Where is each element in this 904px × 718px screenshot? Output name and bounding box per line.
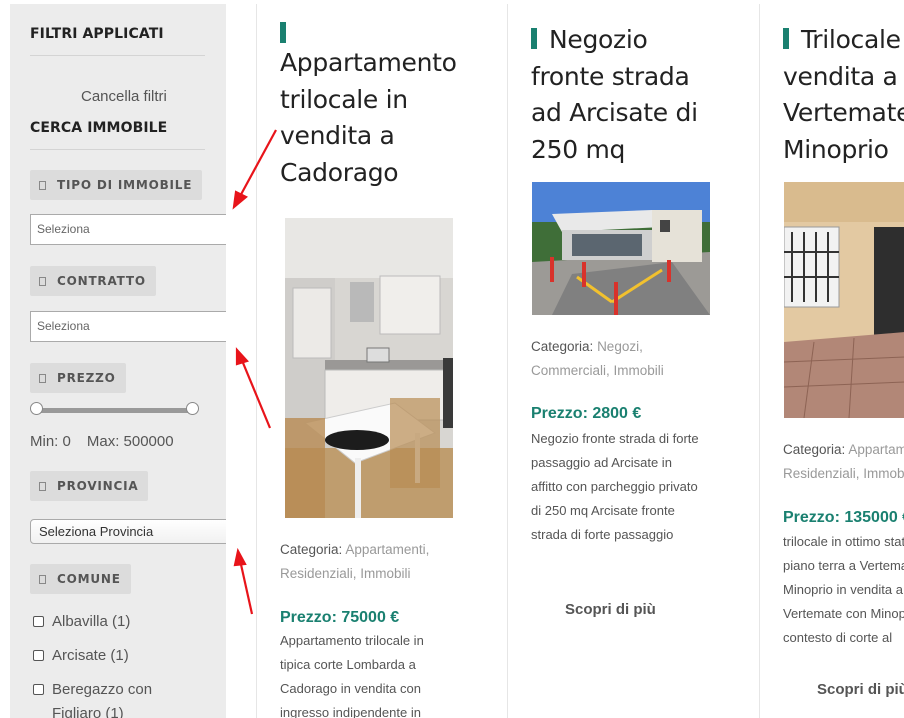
property-type-label: TIPO DI IMMOBILE [57,178,193,192]
property-title-text: Negozio fronte strada ad Arcisate di 250… [531,25,698,164]
applied-filters-heading: FILTRI APPLICATI [30,26,164,42]
price-slider-track[interactable] [37,408,193,413]
title-accent-bar [280,22,286,43]
property-type-toggle[interactable]: TIPO DI IMMOBILE [30,170,203,200]
arrowhead-icon [235,347,249,366]
checkbox[interactable] [33,616,44,627]
title-accent-bar [783,28,789,49]
property-card: Trilocale in vendita a Vertemate con Min… [759,4,904,718]
discover-more-link[interactable]: Scopri di più [565,601,656,618]
price-min-value: Min: 0 [30,433,71,450]
property-category: Categoria: Appartamenti, Residenziali, I… [783,438,904,486]
kitchen-image [285,218,453,518]
price-toggle[interactable]: PREZZO [30,363,126,393]
shop-image [532,182,710,315]
contract-input[interactable]: Seleziona [30,311,226,342]
property-description: trilocale in ottimo stato al piano terra… [783,534,904,645]
comune-option-label: Beregazzo con Figliaro (1) [52,681,153,718]
property-title[interactable]: Trilocale in vendita a Vertemate con Min… [783,22,904,168]
category-label: Categoria: [783,442,846,457]
search-property-heading: CERCA IMMOBILE [30,120,168,136]
title-accent-bar [531,28,537,49]
property-photo-courtyard[interactable] [784,182,904,418]
property-description: Appartamento trilocale in tipica corte L… [280,633,424,718]
filter-icon [39,373,46,383]
contract-label: CONTRATTO [57,274,146,288]
divider [30,149,205,150]
property-category: Categoria: Negozi, Commerciali, Immobili [531,335,710,383]
property-type-input[interactable]: Seleziona [30,214,226,245]
province-select-value: Seleziona Provincia [39,524,154,539]
discover-more-link[interactable]: Scopri di più [817,681,904,698]
comune-option-albavilla[interactable]: Albavilla (1) [33,610,213,634]
price-max-handle[interactable] [186,402,199,415]
property-price: Prezzo: 2800 € [531,405,642,422]
arrowhead-icon [233,547,247,567]
property-price: Prezzo: 135000 € [783,509,904,526]
contract-toggle[interactable]: CONTRATTO [30,266,156,296]
price-max-value: Max: 500000 [86,433,174,450]
province-select[interactable]: Seleziona Provincia [30,519,226,544]
divider [30,55,205,56]
filter-icon [39,574,46,584]
province-label: PROVINCIA [57,479,139,493]
checkbox[interactable] [33,684,44,695]
filter-icon [39,180,46,190]
filter-icon [39,481,46,491]
filter-sidebar: FILTRI APPLICATI Cancella filtri CERCA I… [10,4,226,718]
checkbox[interactable] [33,650,44,661]
comune-option-label: Albavilla (1) [52,613,131,630]
comune-option-label: Arcisate (1) [52,647,129,664]
property-category: Categoria: Appartamenti, Residenziali, I… [280,538,459,586]
price-min-handle[interactable] [30,402,43,415]
comune-option-arcisate[interactable]: Arcisate (1) [33,644,213,668]
courtyard-image [784,182,904,418]
comune-toggle[interactable]: COMUNE [30,564,131,594]
category-label: Categoria: [280,542,343,557]
property-title[interactable]: Appartamento trilocale in vendita a Cado… [280,22,458,191]
property-photo-shop[interactable] [532,182,710,315]
category-label: Categoria: [531,339,594,354]
comune-option-beregazzo[interactable]: Beregazzo con Figliaro (1) [33,678,193,718]
province-toggle[interactable]: PROVINCIA [30,471,149,501]
property-price: Prezzo: 75000 € [280,609,400,626]
property-description: Negozio fronte strada di forte passaggio… [531,431,699,542]
filter-icon [39,276,46,286]
clear-filters-link[interactable]: Cancella filtri [81,88,167,105]
property-card: Negozio fronte strada ad Arcisate di 250… [507,4,710,718]
comune-label: COMUNE [57,572,121,586]
price-label: PREZZO [57,371,116,385]
arrowhead-icon [232,190,248,210]
property-title[interactable]: Negozio fronte strada ad Arcisate di 250… [531,22,709,168]
property-card: Appartamento trilocale in vendita a Cado… [256,4,459,718]
annotation-arrow [238,559,254,615]
property-title-text: Trilocale in vendita a Vertemate con Min… [783,25,904,164]
property-title-text: Appartamento trilocale in vendita a Cado… [280,48,457,187]
price-range: Min: 0 Max: 500000 [30,433,190,450]
property-photo-kitchen[interactable] [285,218,453,518]
